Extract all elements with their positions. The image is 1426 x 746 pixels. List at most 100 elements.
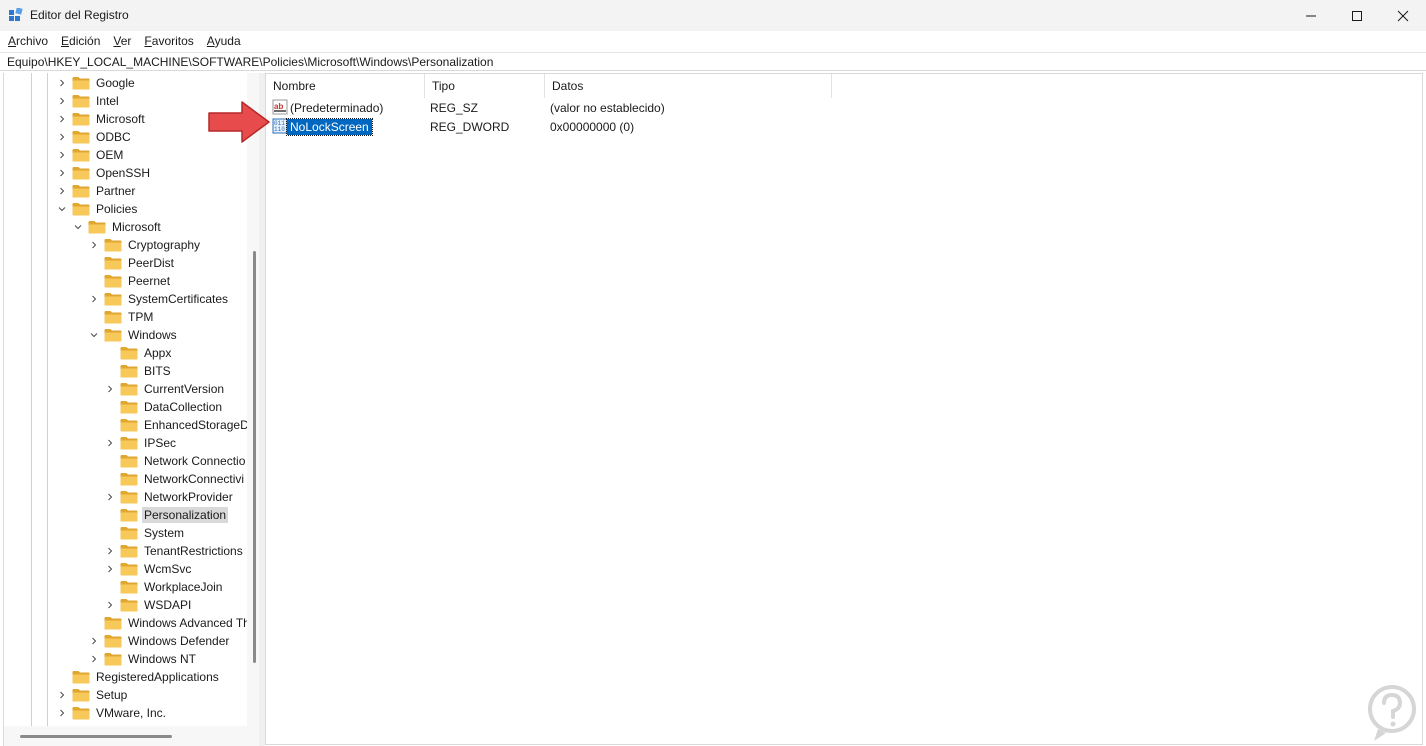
folder-icon — [72, 166, 90, 180]
chevron-down-icon[interactable] — [56, 200, 68, 218]
chevron-right-icon[interactable] — [56, 110, 68, 128]
menu-edicion[interactable]: Edición — [61, 34, 100, 48]
chevron-right-icon[interactable] — [56, 92, 68, 110]
tree-item[interactable]: WorkplaceJoin — [104, 578, 224, 596]
tree-item[interactable]: Windows Defender — [88, 632, 231, 650]
tree-item[interactable]: ODBC — [56, 128, 133, 146]
menu-bar: Archivo Edición Ver Favoritos Ayuda — [0, 31, 1426, 51]
tree-item-label: ODBC — [96, 130, 131, 144]
tree-item[interactable]: Windows Advanced Th — [88, 614, 252, 632]
tree-item[interactable]: Intel — [56, 92, 121, 110]
tree-item-label: TPM — [128, 310, 154, 324]
tree-item[interactable]: SystemCertificates — [88, 290, 230, 308]
chevron-right-icon[interactable] — [104, 542, 116, 560]
tree-item[interactable]: DataCollection — [104, 398, 224, 416]
scroll-thumb[interactable] — [20, 735, 172, 738]
tree-item[interactable]: Windows — [88, 326, 179, 344]
tree-item-label: Personalization — [142, 507, 229, 523]
chevron-down-icon[interactable] — [88, 326, 100, 344]
chevron-right-icon[interactable] — [104, 488, 116, 506]
chevron-right-icon[interactable] — [56, 128, 68, 146]
tree-item-label: OEM — [96, 148, 124, 162]
key-tree[interactable]: Google Intel Microsoft ODBC OEM OpenSSH Partne… — [3, 73, 259, 746]
menu-ver[interactable]: Ver — [113, 34, 131, 48]
tree-item[interactable]: System — [104, 524, 186, 542]
menu-ayuda[interactable]: Ayuda — [207, 34, 241, 48]
chevron-right-icon[interactable] — [56, 686, 68, 704]
address-bar[interactable]: Equipo\HKEY_LOCAL_MACHINE\SOFTWARE\Polic… — [0, 52, 1426, 71]
minimize-button[interactable] — [1288, 0, 1334, 31]
tree-vertical-scrollbar[interactable] — [247, 73, 259, 726]
chevron-down-icon[interactable] — [72, 218, 84, 236]
tree-item[interactable]: OEM — [56, 146, 125, 164]
chevron-right-icon[interactable] — [104, 380, 116, 398]
tree-item[interactable]: VMware, Inc. — [56, 704, 168, 722]
tree-item[interactable]: Network Connectio — [104, 452, 247, 470]
menu-label: er — [120, 34, 132, 48]
column-header-nombre[interactable]: Nombre — [266, 74, 425, 98]
tree-item[interactable]: Microsoft — [72, 218, 163, 236]
chevron-right-icon[interactable] — [104, 434, 116, 452]
chevron-right-icon[interactable] — [104, 560, 116, 578]
folder-icon — [72, 76, 90, 90]
tree-item[interactable]: Setup — [56, 686, 129, 704]
address-path: Equipo\HKEY_LOCAL_MACHINE\SOFTWARE\Polic… — [7, 54, 494, 69]
tree-item[interactable]: NetworkConnectivi — [104, 470, 246, 488]
column-header-datos[interactable]: Datos — [545, 74, 832, 98]
chevron-right-icon[interactable] — [88, 290, 100, 308]
tree-item[interactable]: RegisteredApplications — [56, 668, 221, 686]
chevron-right-icon[interactable] — [56, 74, 68, 92]
tree-horizontal-scrollbar[interactable] — [4, 726, 259, 746]
tree-item-label: Windows Advanced Th — [128, 616, 250, 630]
tree-item[interactable]: WcmSvc — [104, 560, 193, 578]
folder-icon — [72, 706, 90, 720]
tree-item[interactable]: Google — [56, 74, 137, 92]
folder-icon — [120, 544, 138, 558]
tree-item[interactable]: TPM — [88, 308, 155, 326]
scroll-thumb[interactable] — [253, 251, 256, 663]
column-header-tipo[interactable]: Tipo — [425, 74, 545, 98]
folder-icon — [120, 490, 138, 504]
tree-item[interactable]: Windows NT — [88, 650, 198, 668]
chevron-right-icon[interactable] — [56, 164, 68, 182]
menu-archivo[interactable]: Archivo — [8, 34, 48, 48]
maximize-button[interactable] — [1334, 0, 1380, 31]
values-list[interactable]: Nombre Tipo Datos ab (Predeterminado) RE… — [265, 73, 1423, 745]
tree-item[interactable]: Partner — [56, 182, 137, 200]
close-button[interactable] — [1380, 0, 1426, 31]
chevron-right-icon[interactable] — [56, 704, 68, 722]
value-row-selected[interactable]: 011 110 NoLockScreen REG_DWORD 0x0000000… — [266, 117, 1166, 136]
chevron-right-icon[interactable] — [56, 146, 68, 164]
tree-item[interactable]: Peernet — [88, 272, 172, 290]
chevron-right-icon[interactable] — [88, 650, 100, 668]
tree-item[interactable]: NetworkProvider — [104, 488, 235, 506]
tree-item[interactable]: Personalization — [104, 506, 229, 524]
tree-item[interactable]: TenantRestrictions — [104, 542, 245, 560]
menu-accel: A — [8, 34, 17, 48]
tree-item[interactable]: WSDAPI — [104, 596, 193, 614]
tree-guide-line — [31, 73, 32, 726]
tree-item-label: DataCollection — [144, 400, 223, 414]
tree-item-label: Microsoft — [112, 220, 161, 234]
tree-item[interactable]: Policies — [56, 200, 139, 218]
folder-icon — [120, 364, 138, 378]
tree-item[interactable]: OpenSSH — [56, 164, 152, 182]
tree-item[interactable]: Microsoft — [56, 110, 147, 128]
tree-item[interactable]: Appx — [104, 344, 173, 362]
chevron-right-icon[interactable] — [104, 596, 116, 614]
tree-item[interactable]: Cryptography — [88, 236, 202, 254]
tree-item[interactable]: EnhancedStorageDe — [104, 416, 257, 434]
tree-item[interactable]: IPSec — [104, 434, 178, 452]
value-row[interactable]: ab (Predeterminado) REG_SZ (valor no est… — [266, 98, 1166, 117]
menu-favoritos[interactable]: Favoritos — [144, 34, 193, 48]
tree-item[interactable]: BITS — [104, 362, 173, 380]
tree-item-label: Windows NT — [128, 652, 197, 666]
chevron-right-icon[interactable] — [88, 632, 100, 650]
chevron-right-icon[interactable] — [56, 182, 68, 200]
tree-item[interactable]: PeerDist — [88, 254, 176, 272]
chevron-right-icon[interactable] — [88, 236, 100, 254]
tree-item-label: Intel — [96, 94, 119, 108]
tree-item[interactable]: CurrentVersion — [104, 380, 226, 398]
